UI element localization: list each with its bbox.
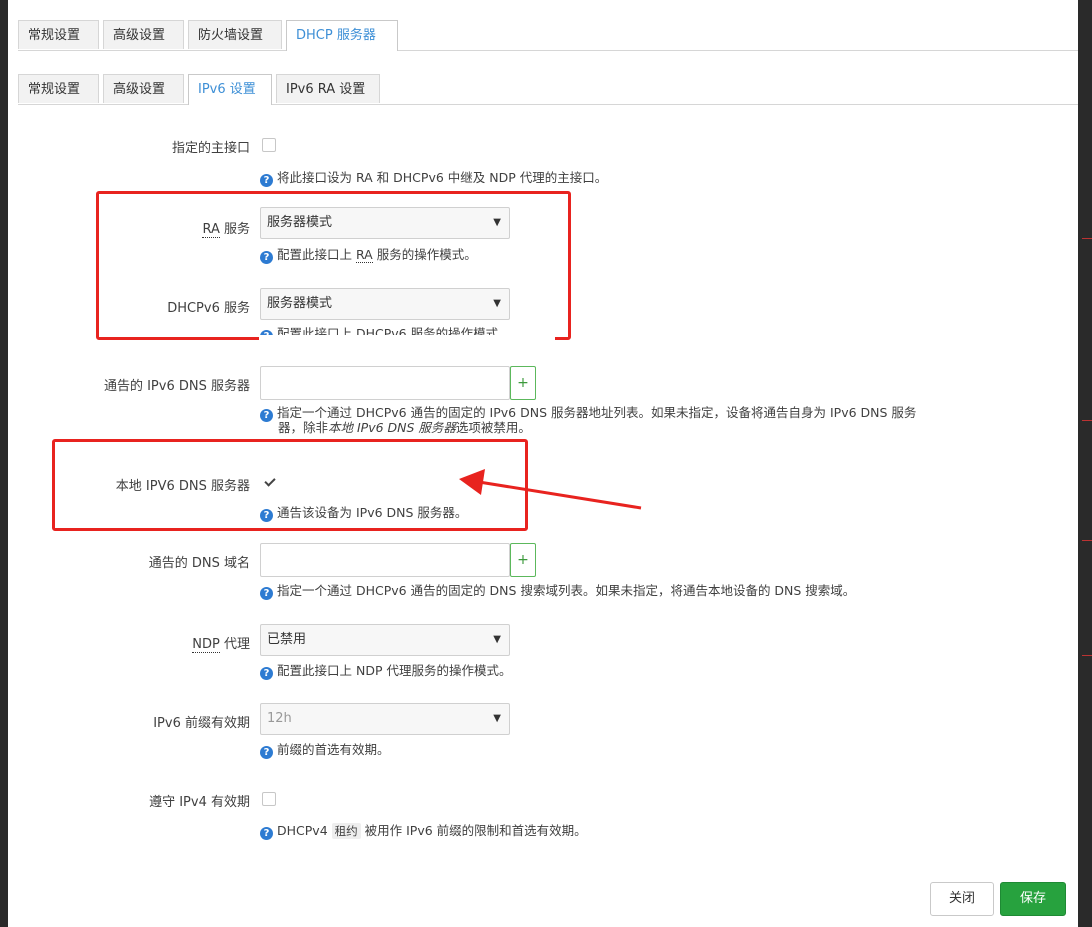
ipv4-lifetime-label: 遵守 IPv4 有效期 [149, 795, 250, 810]
question-circle-icon: ? [260, 587, 273, 600]
ndp-proxy-label: NDP 代理 [192, 637, 250, 653]
prefix-lifetime-label: IPv6 前缀有效期 [153, 716, 250, 731]
dns-domain-label: 通告的 DNS 域名 [148, 556, 250, 571]
dns-servers-input[interactable] [260, 366, 510, 400]
prefix-lifetime-select[interactable]: 12h ▼ [260, 703, 510, 735]
dns-domain-add-button[interactable]: + [510, 543, 536, 577]
ndp-proxy-help: ? 配置此接口上 NDP 代理服务的操作模式。 [260, 663, 511, 680]
annotation-arrow [459, 469, 642, 510]
question-circle-icon: ? [260, 409, 273, 422]
master-interface-checkbox[interactable] [262, 138, 276, 152]
tab-general[interactable]: 常规设置 [18, 20, 99, 49]
plus-icon: + [517, 552, 529, 568]
annotation-box-ra-dhcpv6 [96, 191, 571, 340]
subtab-ipv6-ra[interactable]: IPv6 RA 设置 [276, 74, 380, 103]
question-circle-icon: ? [260, 174, 273, 187]
window-left-edge [0, 0, 8, 927]
tab-dhcp-server[interactable]: DHCP 服务器 [286, 20, 398, 51]
top-tab-bar: 常规设置 高级设置 防火墙设置 DHCP 服务器 [18, 20, 1078, 51]
question-circle-icon: ? [260, 667, 273, 680]
close-button[interactable]: 关闭 [930, 882, 994, 916]
dns-domain-input[interactable] [260, 543, 510, 577]
dns-servers-help-line2: 器，除非本地 IPv6 DNS 服务器选项被禁用。 [278, 420, 531, 435]
plus-icon: + [517, 375, 529, 391]
subtab-ipv6[interactable]: IPv6 设置 [188, 74, 272, 105]
save-button[interactable]: 保存 [1000, 882, 1066, 916]
master-interface-label: 指定的主接口 [171, 141, 250, 156]
window-right-edge [1078, 0, 1092, 927]
tab-advanced[interactable]: 高级设置 [103, 20, 184, 49]
dns-domain-help: ? 指定一个通过 DHCPv6 通告的固定的 DNS 搜索域列表。如果未指定，将通… [260, 583, 855, 600]
master-interface-help: ? 将此接口设为 RA 和 DHCPv6 中继及 NDP 代理的主接口。 [260, 170, 607, 187]
dns-servers-add-button[interactable]: + [510, 366, 536, 400]
question-circle-icon: ? [260, 746, 273, 759]
caret-down-icon: ▼ [493, 713, 501, 724]
subtab-advanced[interactable]: 高级设置 [103, 74, 184, 103]
dns-servers-label: 通告的 IPv6 DNS 服务器 [103, 379, 250, 394]
ipv4-lifetime-help: ? DHCPv4 租约 被用作 IPv6 前缀的限制和首选有效期。 [260, 823, 587, 840]
subtab-general[interactable]: 常规设置 [18, 74, 99, 103]
caret-down-icon: ▼ [493, 634, 501, 645]
tab-firewall[interactable]: 防火墙设置 [188, 20, 282, 49]
sub-tab-bar: 常规设置 高级设置 IPv6 设置 IPv6 RA 设置 [18, 74, 1078, 105]
ipv4-lifetime-checkbox[interactable] [262, 792, 276, 806]
prefix-lifetime-help: ? 前缀的首选有效期。 [260, 742, 390, 759]
ndp-proxy-select[interactable]: 已禁用 ▼ [260, 624, 510, 656]
question-circle-icon: ? [260, 827, 273, 840]
